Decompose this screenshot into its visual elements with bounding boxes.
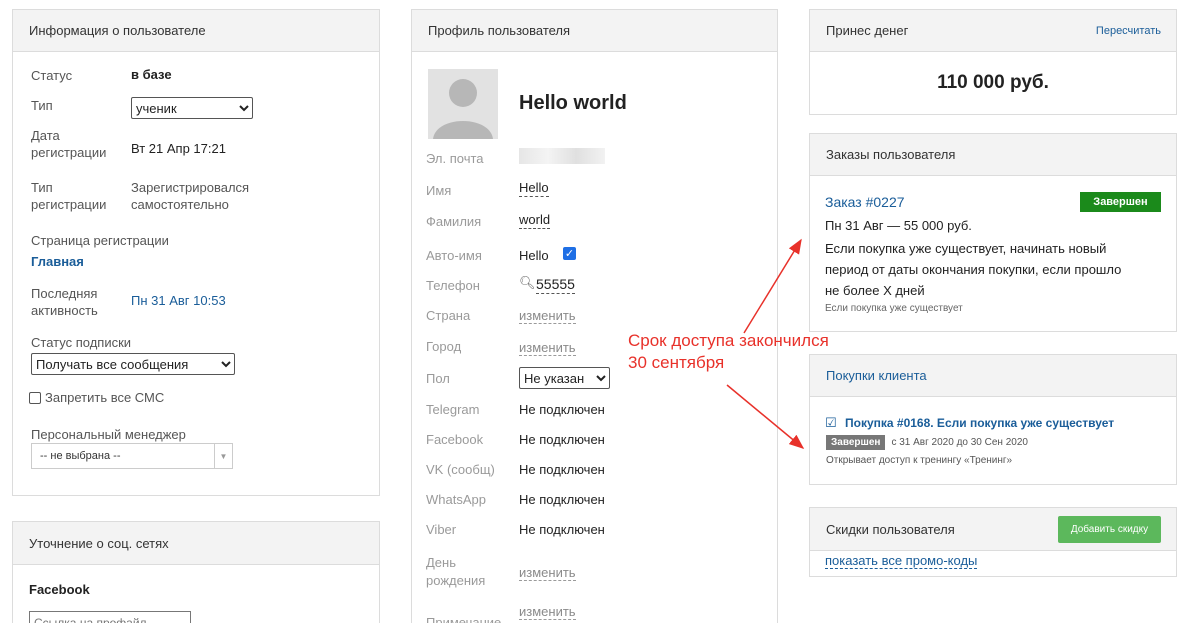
email-value-blurred <box>519 148 605 164</box>
profile-name: Hello world <box>519 92 627 114</box>
profile-title: Профиль пользователя <box>428 23 571 38</box>
money-title: Принес денег <box>826 23 909 38</box>
orders-panel: Заказы пользователя Заказ #0227 Завершен… <box>809 133 1177 332</box>
money-header: Принес денег Пересчитать <box>810 10 1176 52</box>
phone-value[interactable]: 55555 <box>536 276 575 294</box>
avatar <box>428 69 498 139</box>
search-icon[interactable]: 🔍︎ <box>519 275 536 291</box>
annotation-text: Срок доступа закончился 30 сентября <box>628 331 829 372</box>
social-panel: Уточнение о соц. сетях Facebook <box>12 521 380 623</box>
reg-date-label: Дата регистрации <box>31 128 107 160</box>
phone-label: Телефон <box>426 278 480 293</box>
vk-value: Не подключен <box>519 462 605 477</box>
order-status-badge: Завершен <box>1080 192 1161 212</box>
manager-select[interactable]: -- не выбрана -- ▼ <box>31 443 233 469</box>
status-label: Статус <box>31 68 73 83</box>
viber-label: Viber <box>426 522 457 537</box>
purchase-period-row: Завершен с 31 Авг 2020 до 30 Сен 2020 <box>826 435 1028 450</box>
vk-label: VK (сообщ) <box>426 462 495 477</box>
reg-type-label: Тип регистрации <box>31 180 107 212</box>
chevron-down-icon[interactable]: ▼ <box>214 444 232 468</box>
purchases-title: Покупки клиента <box>826 368 927 383</box>
purchases-panel: Покупки клиента ☑︎ Покупка #0168. Если п… <box>809 354 1177 485</box>
gender-select[interactable]: Не указан <box>519 367 610 389</box>
social-header: Уточнение о соц. сетях <box>13 522 379 565</box>
city-label: Город <box>426 339 462 354</box>
checkbox-icon[interactable] <box>29 391 41 404</box>
manager-label: Персональный менеджер <box>31 427 186 442</box>
first-name-value[interactable]: Hello <box>519 180 549 197</box>
discounts-panel: Скидки пользователя Добавить скидку пока… <box>809 507 1177 577</box>
whatsapp-value: Не подключен <box>519 492 605 507</box>
add-discount-button[interactable]: Добавить скидку <box>1058 515 1161 543</box>
whatsapp-label: WhatsApp <box>426 492 486 507</box>
money-panel: Принес денег Пересчитать 110 000 руб. <box>809 9 1177 115</box>
facebook-profile-input[interactable] <box>29 611 191 623</box>
facebook-label: Facebook <box>426 432 484 447</box>
telegram-value: Не подключен <box>519 402 605 417</box>
last-activity-label: Последняя активность <box>31 286 98 318</box>
user-silhouette-icon <box>428 69 498 139</box>
manager-select-value: -- не выбрана -- <box>40 450 121 462</box>
country-change-link[interactable]: изменить <box>519 308 576 324</box>
order-description: Если покупка уже существует, начинать но… <box>825 241 1122 298</box>
country-label: Страна <box>426 308 471 323</box>
sms-block-label: Запретить все СМС <box>45 390 165 405</box>
type-label: Тип <box>31 98 53 113</box>
purchase-link[interactable]: Покупка #0168. Если покупка уже существу… <box>845 416 1114 430</box>
birthday-change-link[interactable]: изменить <box>519 565 576 581</box>
order-date-price: Пн 31 Авг — 55 000 руб. <box>825 218 972 233</box>
purchase-access: Открывает доступ к тренингу «Тренинг» <box>826 455 1013 466</box>
auto-name-label: Авто-имя <box>426 248 482 263</box>
viber-value: Не подключен <box>519 522 605 537</box>
money-amount: 110 000 руб. <box>937 72 1049 93</box>
gender-label: Пол <box>426 371 450 386</box>
order-note: Если покупка уже существует <box>825 303 963 314</box>
orders-title: Заказы пользователя <box>826 147 956 162</box>
birthday-label: День рождения <box>426 555 486 588</box>
profile-panel: Профиль пользователя Hello world Эл. поч… <box>411 9 778 623</box>
orders-header: Заказы пользователя <box>810 134 1176 176</box>
recalculate-link[interactable]: Пересчитать <box>1096 25 1161 37</box>
status-value: в базе <box>131 67 172 82</box>
reg-page-label: Страница регистрации <box>31 233 169 248</box>
checked-square-icon: ☑︎ <box>825 415 837 430</box>
user-info-panel: Информация о пользователе Статус в базе … <box>12 9 380 496</box>
discounts-title: Скидки пользователя <box>826 521 955 537</box>
order-link[interactable]: Заказ #0227 <box>825 194 905 210</box>
telegram-label: Telegram <box>426 402 480 417</box>
discounts-header: Скидки пользователя Добавить скидку <box>810 508 1176 551</box>
facebook-value: Не подключен <box>519 432 605 447</box>
city-change-link[interactable]: изменить <box>519 340 576 356</box>
subscription-label: Статус подписки <box>31 335 132 350</box>
auto-name-value: Hello <box>519 248 549 263</box>
profile-header: Профиль пользователя <box>412 10 777 52</box>
purchase-status-badge: Завершен <box>826 435 886 450</box>
type-select[interactable]: ученик <box>131 97 253 119</box>
subscription-select[interactable]: Получать все сообщения <box>31 353 235 375</box>
purchase-period: с 31 Авг 2020 до 30 Сен 2020 <box>891 437 1028 448</box>
social-title: Уточнение о соц. сетях <box>29 535 169 551</box>
reg-page-link[interactable]: Главная <box>31 254 84 269</box>
purchases-header: Покупки клиента <box>810 355 1176 397</box>
reg-type-value: Зарегистрировался самостоятельно <box>131 180 250 212</box>
last-name-value[interactable]: world <box>519 212 551 229</box>
note-label: Примечание <box>426 615 502 623</box>
last-name-label: Фамилия <box>426 214 482 229</box>
user-info-header: Информация о пользователе <box>13 10 379 52</box>
sms-block-checkbox[interactable]: Запретить все СМС <box>29 389 164 406</box>
auto-name-checkbox-checked-icon[interactable]: ✓ <box>563 247 576 260</box>
note-change-link[interactable]: изменить <box>519 604 576 620</box>
first-name-label: Имя <box>426 183 452 198</box>
email-label: Эл. почта <box>426 151 484 166</box>
user-info-title: Информация о пользователе <box>29 23 206 38</box>
social-facebook-label: Facebook <box>29 582 90 597</box>
reg-date-value: Вт 21 Апр 17:21 <box>131 141 226 156</box>
last-activity-link[interactable]: Пн 31 Авг 10:53 <box>131 293 226 308</box>
show-promo-codes-link[interactable]: показать все промо-коды <box>825 553 978 569</box>
